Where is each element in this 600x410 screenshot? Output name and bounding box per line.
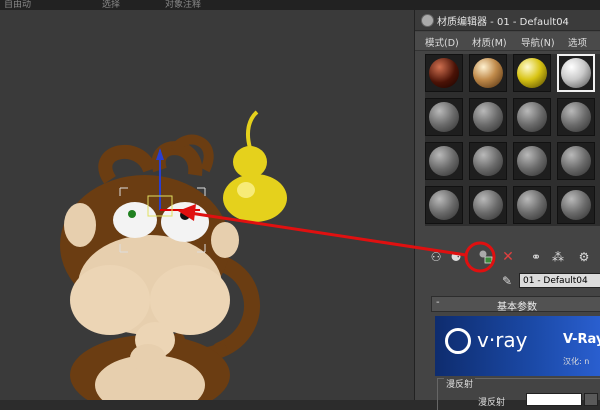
diffuse-group-legend: 漫反射	[444, 377, 476, 390]
vray-logo: v·ray	[477, 328, 528, 352]
vray-product-name: V-Ray	[563, 332, 600, 347]
put-to-library-icon[interactable]: ⁂	[549, 248, 567, 266]
diffuse-group: 漫反射 漫反射	[437, 377, 600, 410]
assign-material-to-selection-button[interactable]	[477, 248, 495, 266]
basic-parameters-rollout[interactable]: - 基本参数	[431, 296, 600, 313]
material-slot[interactable]	[513, 54, 551, 92]
material-id-icon[interactable]: ⚙	[575, 248, 593, 266]
material-slot[interactable]	[557, 142, 595, 180]
get-material-icon[interactable]: ⚇	[427, 248, 445, 266]
menu-bar: 模式(D) 材质(M) 导航(N) 选项	[415, 32, 600, 51]
material-slot-grid	[425, 54, 600, 226]
material-slot[interactable]	[513, 98, 551, 136]
eyedropper-icon[interactable]: ✎	[499, 273, 515, 289]
material-slot[interactable]	[425, 98, 463, 136]
app-icon	[421, 14, 434, 27]
material-slot[interactable]	[557, 98, 595, 136]
material-slot[interactable]	[513, 186, 551, 224]
material-slot-selected[interactable]	[557, 54, 595, 92]
window-title: 材质编辑器 - 01 - Default04	[437, 17, 569, 28]
menu-mode[interactable]: 模式(D)	[425, 35, 459, 49]
material-slot[interactable]	[513, 142, 551, 180]
vray-logo-mark	[445, 328, 471, 354]
material-name-row: ✎ 01 - Default04	[425, 272, 600, 290]
material-slot[interactable]	[557, 186, 595, 224]
vray-localization: 汉化: n	[563, 357, 590, 366]
make-unique-icon[interactable]: ⚭	[527, 248, 545, 266]
rollout-title: 基本参数	[497, 302, 537, 313]
menu-navigation[interactable]: 导航(N)	[521, 35, 555, 49]
vray-banner: v·ray V-Ray 汉化: n	[435, 316, 600, 376]
material-slot[interactable]	[469, 98, 507, 136]
material-slot[interactable]	[469, 186, 507, 224]
material-editor-window[interactable]: 材质编辑器 - 01 - Default04 模式(D) 材质(M) 导航(N)…	[414, 10, 600, 410]
diffuse-label: 漫反射	[478, 398, 506, 408]
material-editor-titlebar[interactable]: 材质编辑器 - 01 - Default04	[415, 10, 600, 31]
material-slot[interactable]	[469, 54, 507, 92]
assign-material-icon	[479, 250, 493, 264]
material-name-field[interactable]: 01 - Default04	[519, 273, 600, 288]
menu-material[interactable]: 材质(M)	[472, 35, 507, 49]
material-slot[interactable]	[425, 186, 463, 224]
material-toolbar: ⚇ ⚈ ✕ ⚭ ⁂ ⚙	[425, 246, 600, 268]
material-slot[interactable]	[425, 142, 463, 180]
menu-options[interactable]: 选项	[568, 35, 587, 49]
material-slot[interactable]	[469, 142, 507, 180]
material-slot[interactable]	[425, 54, 463, 92]
delete-icon[interactable]: ✕	[499, 248, 517, 266]
put-to-scene-icon[interactable]: ⚈	[447, 248, 465, 266]
